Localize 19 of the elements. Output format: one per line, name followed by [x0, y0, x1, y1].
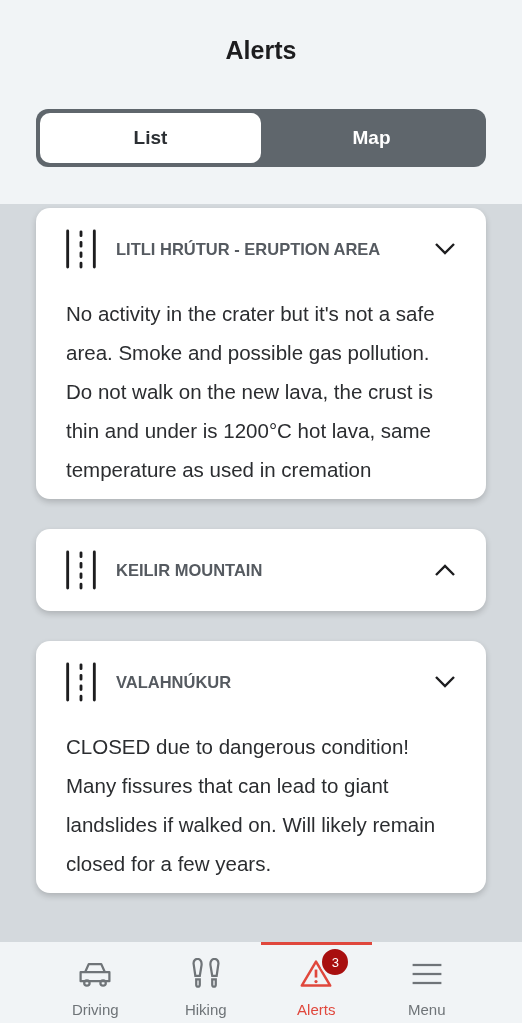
- alert-text: No activity in the crater but it's not a safe area. Smoke and possible gas pollution. Do not walk on the new lava, the crust is thin and under is 1200°C hot lava, same temperature as used in cremation: [65, 301, 436, 483]
- road-icon: [64, 662, 98, 702]
- alert-title: LITLI HRÚTUR - ERUPTION AREA: [116, 239, 382, 259]
- road-icon: [64, 550, 98, 590]
- road-icon: [64, 229, 98, 269]
- view-tab[interactable]: List: [40, 113, 261, 163]
- view-tab[interactable]: Map: [261, 113, 482, 163]
- alert-title: VALAHNÚKUR: [116, 672, 233, 692]
- alert-text: CLOSED due to dangerous condition! Many fissures that can lead to giant landslides if walked on. Will likely remain closed for a few years.: [65, 734, 437, 877]
- chevron-up-icon: [434, 563, 456, 577]
- nav-tab[interactable]: 3 Alerts: [261, 942, 372, 1023]
- nav-tab[interactable]: Hiking: [150, 942, 261, 1023]
- nav-tab[interactable]: Menu: [371, 942, 482, 1023]
- chevron-down-icon: [434, 242, 456, 256]
- chevron-down-icon: [434, 675, 456, 689]
- page-title: Alerts: [225, 36, 297, 65]
- count-badge: 3: [320, 947, 351, 977]
- alert-title: KEILIR MOUNTAIN: [116, 560, 264, 580]
- nav-tab[interactable]: Driving: [40, 942, 151, 1023]
